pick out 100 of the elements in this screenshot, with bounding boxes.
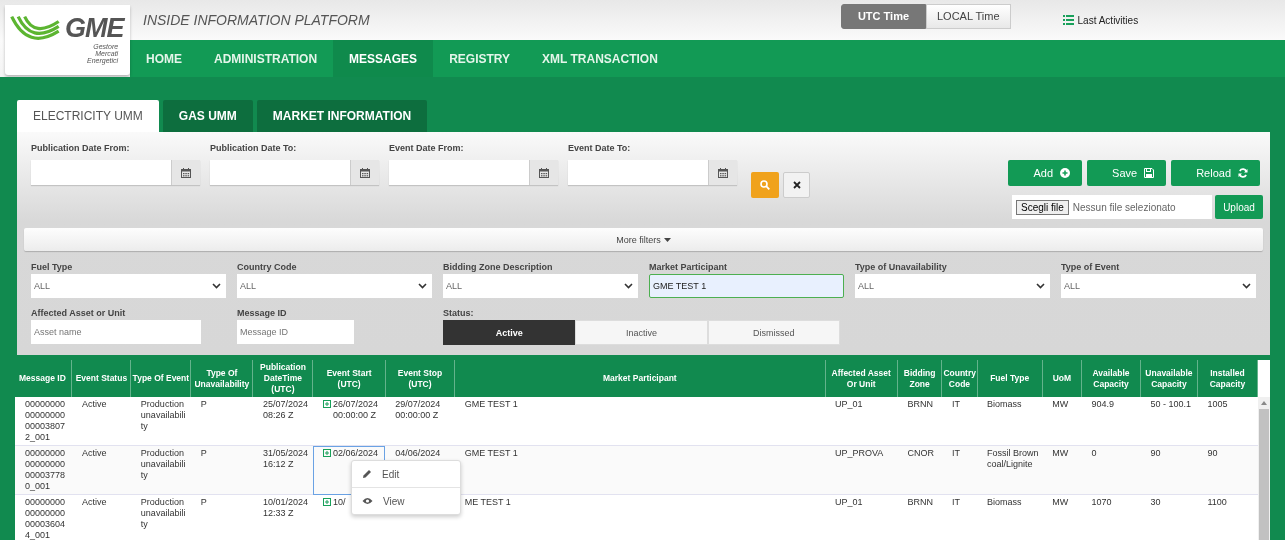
table-cell: BRNN [907, 399, 933, 410]
time-toggle[interactable]: LOCAL Time [926, 3, 1011, 29]
column-header[interactable]: Bidding Zone [897, 360, 942, 397]
field-label: Event Date To: [568, 143, 632, 154]
table-cell: 04/06/2024 [395, 448, 441, 459]
file-status: Nessun file selezionato [1072, 201, 1176, 213]
table-cell: GME TEST 1 [464, 399, 518, 410]
date-field[interactable] [210, 160, 379, 185]
reload-button[interactable]: Reload [1171, 160, 1260, 186]
expand-icon[interactable] [322, 498, 331, 506]
scroll-up-icon[interactable] [1261, 401, 1267, 405]
column-header[interactable]: Installed Capacity [1197, 360, 1258, 397]
nav-item[interactable]: ADMINISTRATION [198, 40, 334, 77]
scroll-thumb[interactable] [1259, 409, 1269, 540]
column-header[interactable]: Event Stop (UTC) [385, 360, 455, 397]
save-button[interactable]: Save [1087, 160, 1167, 186]
refresh-icon [1238, 168, 1248, 178]
column-header[interactable]: Available Capacity [1081, 360, 1141, 397]
table-cell: 02/06/2024 [332, 448, 378, 459]
choose-file-button[interactable]: Scegli file [1016, 199, 1069, 215]
table-cell: IT [951, 399, 960, 410]
time-toggle[interactable]: UTC Time [841, 3, 926, 29]
table-cell: UP_PROVA [835, 448, 884, 459]
table-cell: Biomass [987, 399, 1022, 410]
chevron-down-icon [1242, 283, 1251, 289]
clear-button[interactable] [783, 172, 810, 198]
input-field[interactable]: GME TEST 1 [649, 274, 844, 298]
table-cell: 30 [1150, 497, 1161, 508]
column-header[interactable]: Type Of Event [130, 360, 191, 397]
input-field[interactable]: Asset name [31, 320, 201, 344]
close-icon [792, 181, 801, 189]
table-cell: BRNN [907, 497, 933, 508]
column-header[interactable]: Market Participant [454, 360, 825, 397]
select-field[interactable]: ALL [31, 274, 226, 298]
table-cell: IT [951, 497, 960, 508]
tab[interactable]: MARKET INFORMATION [256, 100, 428, 132]
status-option[interactable]: Active [443, 320, 576, 345]
table-cell: GME TEST 1 [464, 448, 518, 459]
field-label: Affected Asset or Unit [31, 308, 127, 319]
column-header[interactable]: Type Of Unavailability [190, 360, 253, 397]
nav-item[interactable]: XML TRANSACTION [526, 40, 674, 77]
table-cell: 50 - 100.1 [1150, 399, 1192, 410]
column-header[interactable]: Message ID [15, 360, 72, 397]
search-icon [760, 180, 770, 190]
menu-item[interactable]: Edit [352, 461, 460, 487]
select-field[interactable]: ALL [1061, 274, 1256, 298]
column-header[interactable]: Event Status [71, 360, 131, 397]
status-option[interactable]: Inactive [575, 320, 708, 345]
add-button[interactable]: Add [1008, 160, 1083, 186]
upload-button[interactable]: Upload [1215, 195, 1263, 219]
table-cell-text: Production unavailability [140, 497, 187, 530]
column-header[interactable]: Country Code [941, 360, 978, 397]
nav-item[interactable]: REGISTRY [433, 40, 527, 77]
table-cell: 90 [1150, 448, 1161, 459]
column-header[interactable]: Fuel Type [977, 360, 1043, 397]
table-cell: 90 [1207, 448, 1218, 459]
select-field[interactable]: ALL [855, 274, 1050, 298]
select-field[interactable]: ALL [443, 274, 638, 298]
expand-icon[interactable] [322, 400, 331, 408]
date-field[interactable] [568, 160, 737, 185]
field-label: Country Code [237, 262, 298, 273]
table-cell: CNOR [907, 448, 934, 459]
column-header[interactable]: Publication DateTime (UTC) [252, 360, 313, 397]
field-label: Event Date From: [389, 143, 465, 154]
column-header[interactable]: Unavailable Capacity [1140, 360, 1198, 397]
table-cell: MW [1052, 399, 1069, 410]
calendar-icon [539, 167, 549, 178]
date-field[interactable] [389, 160, 558, 185]
more-filters-bar[interactable]: More filters [24, 228, 1263, 251]
field-label: Market Participant [649, 262, 729, 273]
expand-icon[interactable] [322, 449, 331, 457]
calendar-icon [360, 167, 370, 178]
nav-item[interactable]: HOME [130, 40, 198, 77]
table-cell: P [200, 497, 207, 508]
table-cell-text: 0000000000000000000036044_001 [25, 497, 67, 540]
last-activities-link[interactable]: Last Activities [1062, 14, 1139, 26]
field-label: Message ID [237, 308, 288, 319]
column-header[interactable]: Event Start (UTC) [312, 360, 386, 397]
plus-circle-icon [1060, 168, 1071, 178]
calendar-icon [718, 167, 728, 178]
date-field[interactable] [31, 160, 200, 185]
tab[interactable]: ELECTRICITY UMM [17, 100, 159, 132]
column-header[interactable]: Affected Asset Or Unit [825, 360, 898, 397]
tab[interactable]: GAS UMM [162, 100, 253, 132]
field-label: Type of Event [1061, 262, 1121, 273]
table-cell: P [200, 399, 207, 410]
table-cell: 0 [1091, 448, 1097, 459]
caret-icon [663, 237, 671, 242]
platform-title: INSIDE INFORMATION PLATFORM [143, 12, 371, 28]
column-header[interactable]: UoM [1042, 360, 1082, 397]
nav-item[interactable]: MESSAGES [333, 40, 434, 77]
scrollbar[interactable] [1258, 397, 1270, 540]
table-cell-text: Production unavailability [140, 448, 187, 481]
input-field[interactable]: Message ID [237, 320, 354, 344]
table-cell: Active [81, 399, 107, 410]
select-field[interactable]: ALL [237, 274, 432, 298]
status-option[interactable]: Dismissed [707, 320, 840, 345]
table-cell: IT [951, 448, 960, 459]
menu-item[interactable]: View [352, 487, 460, 514]
file-field[interactable]: Scegli file Nessun file selezionato [1012, 195, 1212, 219]
